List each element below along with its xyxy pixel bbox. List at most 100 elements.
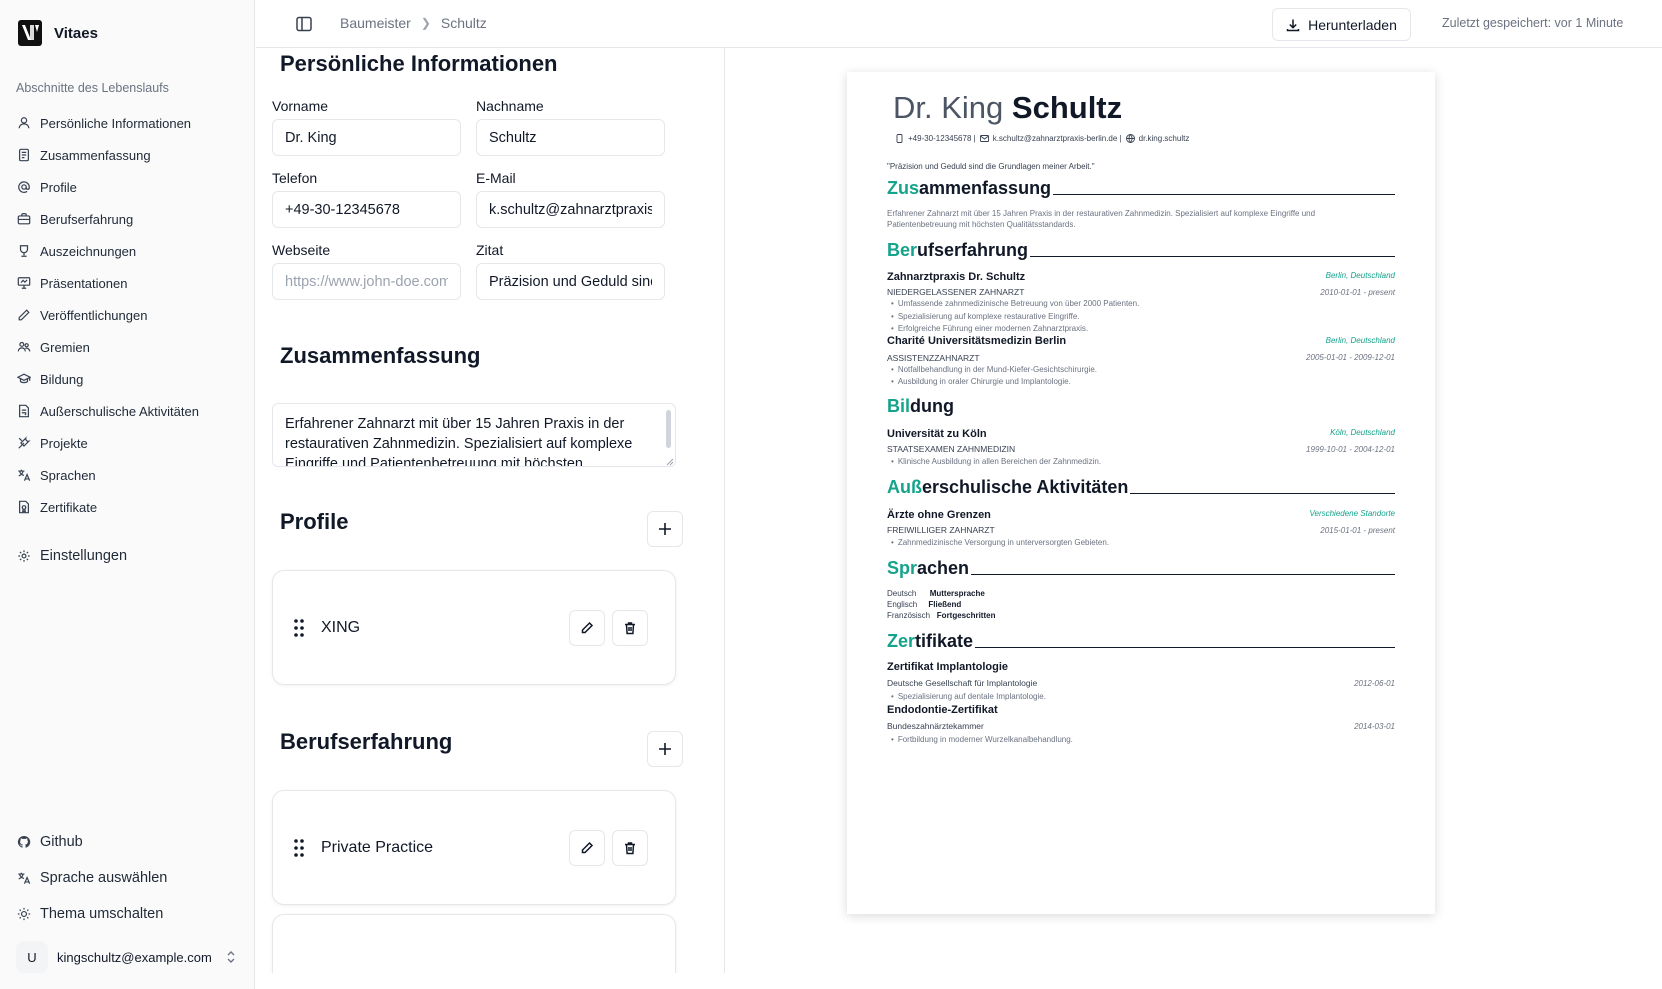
sidebar-item-publications[interactable]: Veröffentlichungen [16, 299, 246, 331]
user-menu[interactable]: U kingschultz@example.com [16, 941, 238, 973]
heading-accent: Zus [887, 178, 920, 198]
sidebar-toggle-icon[interactable] [294, 14, 314, 34]
resume-bullet: Spezialisierung auf dentale Implantologi… [891, 692, 1046, 701]
phone-label: Telefon [272, 170, 318, 186]
last-name-label: Nachname [476, 98, 544, 114]
sections-nav: Persönliche Informationen Zusammenfassun… [16, 107, 246, 523]
drag-handle-icon[interactable] [293, 618, 305, 638]
resume-activity-org: Ärzte ohne Grenzen [887, 509, 991, 521]
sidebar-item-settings[interactable]: Einstellungen [16, 540, 246, 572]
heading-rule [1030, 256, 1395, 257]
experience-name: Private Practice [321, 839, 434, 856]
sidebar-item-presentations[interactable]: Präsentationen [16, 267, 246, 299]
download-label: Herunterladen [1308, 16, 1397, 33]
sidebar-item-summary[interactable]: Zusammenfassung [16, 139, 246, 171]
add-experience-button[interactable] [647, 731, 683, 767]
experience-card[interactable]: Private Practice [272, 790, 676, 905]
edit-profile-button[interactable] [569, 610, 605, 646]
resume-edu-location: Köln, Deutschland [1330, 428, 1395, 437]
resume-last-name: Schultz [1011, 90, 1123, 125]
edit-experience-button[interactable] [569, 830, 605, 866]
resume-edu-dates: 1999-10-01 - 2004-12-01 [1306, 445, 1395, 454]
resume-page: Dr. King Schultz +49-30-12345678 | k.sch… [847, 72, 1435, 914]
language-level: Muttersprache [929, 589, 985, 598]
sidebar-item-projects[interactable]: Projekte [16, 427, 246, 459]
resume-cert-name: Endodontie-Zertifikat [887, 704, 998, 716]
resume-bullet: Zahnmedizinische Versorgung in untervers… [891, 538, 1109, 547]
heading-accent: Ber [887, 240, 918, 260]
sidebar-item-profiles[interactable]: Profile [16, 171, 246, 203]
sidebar-item-awards[interactable]: Auszeichnungen [16, 235, 246, 267]
heading-rest: ufserfahrung [917, 240, 1029, 260]
sidebar: Vitaes Abschnitte des Lebenslaufs Persön… [0, 0, 255, 989]
delete-experience-button[interactable] [612, 830, 648, 866]
briefcase-icon [16, 211, 32, 227]
github-link[interactable]: Github [16, 824, 246, 860]
heading-accent: Bil [887, 396, 911, 416]
heading-accent: Auß [887, 477, 922, 497]
top-header: Baumeister ❯ Schultz Herunterladen Zulet… [256, 0, 1662, 48]
sidebar-item-label: Persönliche Informationen [40, 115, 192, 131]
summary-textarea[interactable]: Erfahrener Zahnarzt mit über 15 Jahren P… [272, 403, 676, 467]
resume-website: dr.king.schultz [1138, 134, 1190, 143]
resume-bullet: Ausbildung in oraler Chirurgie und Impla… [891, 377, 1071, 386]
sidebar-item-label: Berufserfahrung [40, 211, 134, 227]
sidebar-item-personal-info[interactable]: Persönliche Informationen [16, 107, 246, 139]
last-name-input[interactable] [476, 119, 665, 156]
download-icon [1286, 19, 1300, 31]
email-input[interactable] [476, 191, 665, 228]
resume-cert-name: Zertifikat Implantologie [887, 661, 1009, 673]
resume-bullet: Klinische Ausbildung in allen Bereichen … [891, 457, 1101, 466]
resume-activities-heading: Auß erschulische Aktivitäten [887, 477, 1395, 498]
profile-card[interactable]: XING [272, 570, 676, 685]
quote-label: Zitat [476, 242, 504, 258]
theme-toggle[interactable]: Thema umschalten [16, 896, 246, 932]
heading-rule [1130, 493, 1395, 494]
tools-icon [16, 435, 32, 451]
add-profile-button[interactable] [647, 511, 683, 547]
resume-bullet: Umfassende zahnmedizinische Betreuung vo… [891, 299, 1140, 308]
delete-profile-button[interactable] [612, 610, 648, 646]
download-button[interactable]: Herunterladen [1272, 8, 1411, 41]
first-name-label: Vorname [272, 98, 329, 114]
sidebar-item-languages[interactable]: Sprachen [16, 459, 246, 491]
experience-title: Berufserfahrung [280, 729, 453, 754]
resume-preview-panel: Dr. King Schultz +49-30-12345678 | k.sch… [726, 48, 1662, 989]
summary-title: Zusammenfassung [280, 343, 481, 368]
sidebar-item-education[interactable]: Bildung [16, 363, 246, 395]
resume-exp-location: Berlin, Deutschland [1325, 271, 1395, 280]
drag-handle-icon[interactable] [293, 838, 305, 858]
phone-input[interactable] [272, 191, 461, 228]
theme-label: Thema umschalten [40, 906, 164, 922]
profiles-title: Profile [280, 509, 349, 534]
textarea-scrollbar[interactable] [666, 410, 671, 448]
language-name: Französisch [887, 611, 931, 620]
sidebar-item-experience[interactable]: Berufserfahrung [16, 203, 246, 235]
resume-exp-org: Charité Universitätsmedizin Berlin [887, 335, 1067, 347]
website-input[interactable] [272, 263, 461, 300]
user-email: kingschultz@example.com [57, 949, 212, 965]
quote-input[interactable] [476, 263, 665, 300]
sidebar-item-activities[interactable]: Außerschulische Aktivitäten [16, 395, 246, 427]
sidebar-item-committees[interactable]: Gremien [16, 331, 246, 363]
breadcrumb-builder[interactable]: Baumeister [340, 15, 411, 31]
sidebar-item-label: Zusammenfassung [40, 147, 151, 163]
language-select[interactable]: Sprache auswählen [16, 860, 246, 896]
sidebar-item-label: Auszeichnungen [40, 243, 137, 259]
certificate-icon [16, 499, 32, 515]
experience-card-next[interactable] [272, 914, 676, 973]
github-icon [16, 834, 32, 850]
heading-rest: ammenfassung [919, 178, 1052, 198]
resume-summary-heading: Zus ammenfassung [887, 178, 1395, 199]
sidebar-item-certificates[interactable]: Zertifikate [16, 491, 246, 523]
first-name-input[interactable] [272, 119, 461, 156]
resume-education-heading: Bil dung [887, 396, 1395, 417]
resume-quote: "Präzision und Geduld sind die Grundlage… [887, 162, 1095, 171]
pencil-icon [581, 841, 594, 854]
editor-panel[interactable]: Persönliche Informationen Vorname Nachna… [256, 48, 725, 973]
resume-name: Dr. King Schultz [893, 90, 1122, 126]
award-icon [16, 243, 32, 259]
email-label: E-Mail [476, 170, 516, 186]
resize-handle-icon[interactable] [664, 456, 674, 466]
brand[interactable]: Vitaes [18, 20, 98, 46]
